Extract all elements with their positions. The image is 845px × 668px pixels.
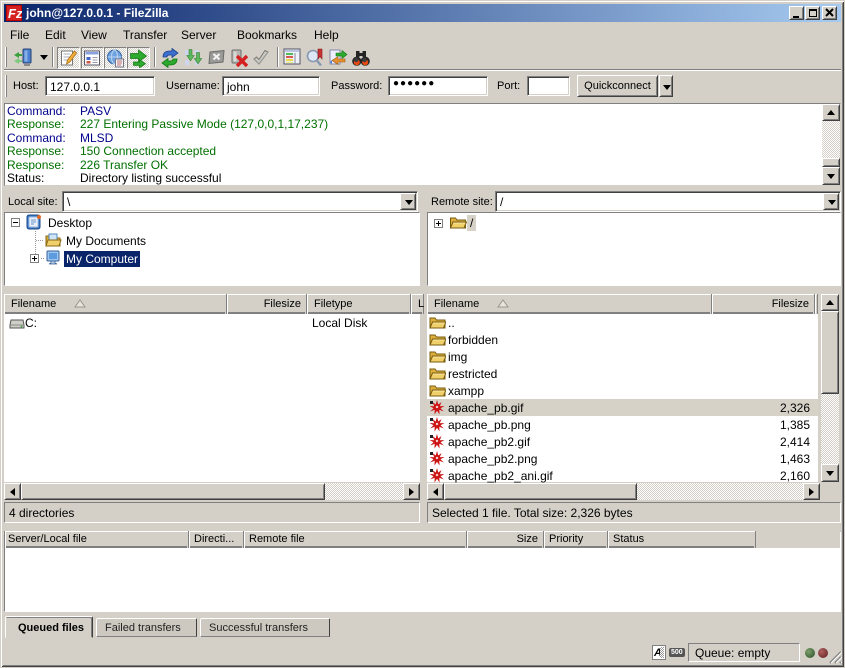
svg-text:Fz: Fz [8,6,22,21]
